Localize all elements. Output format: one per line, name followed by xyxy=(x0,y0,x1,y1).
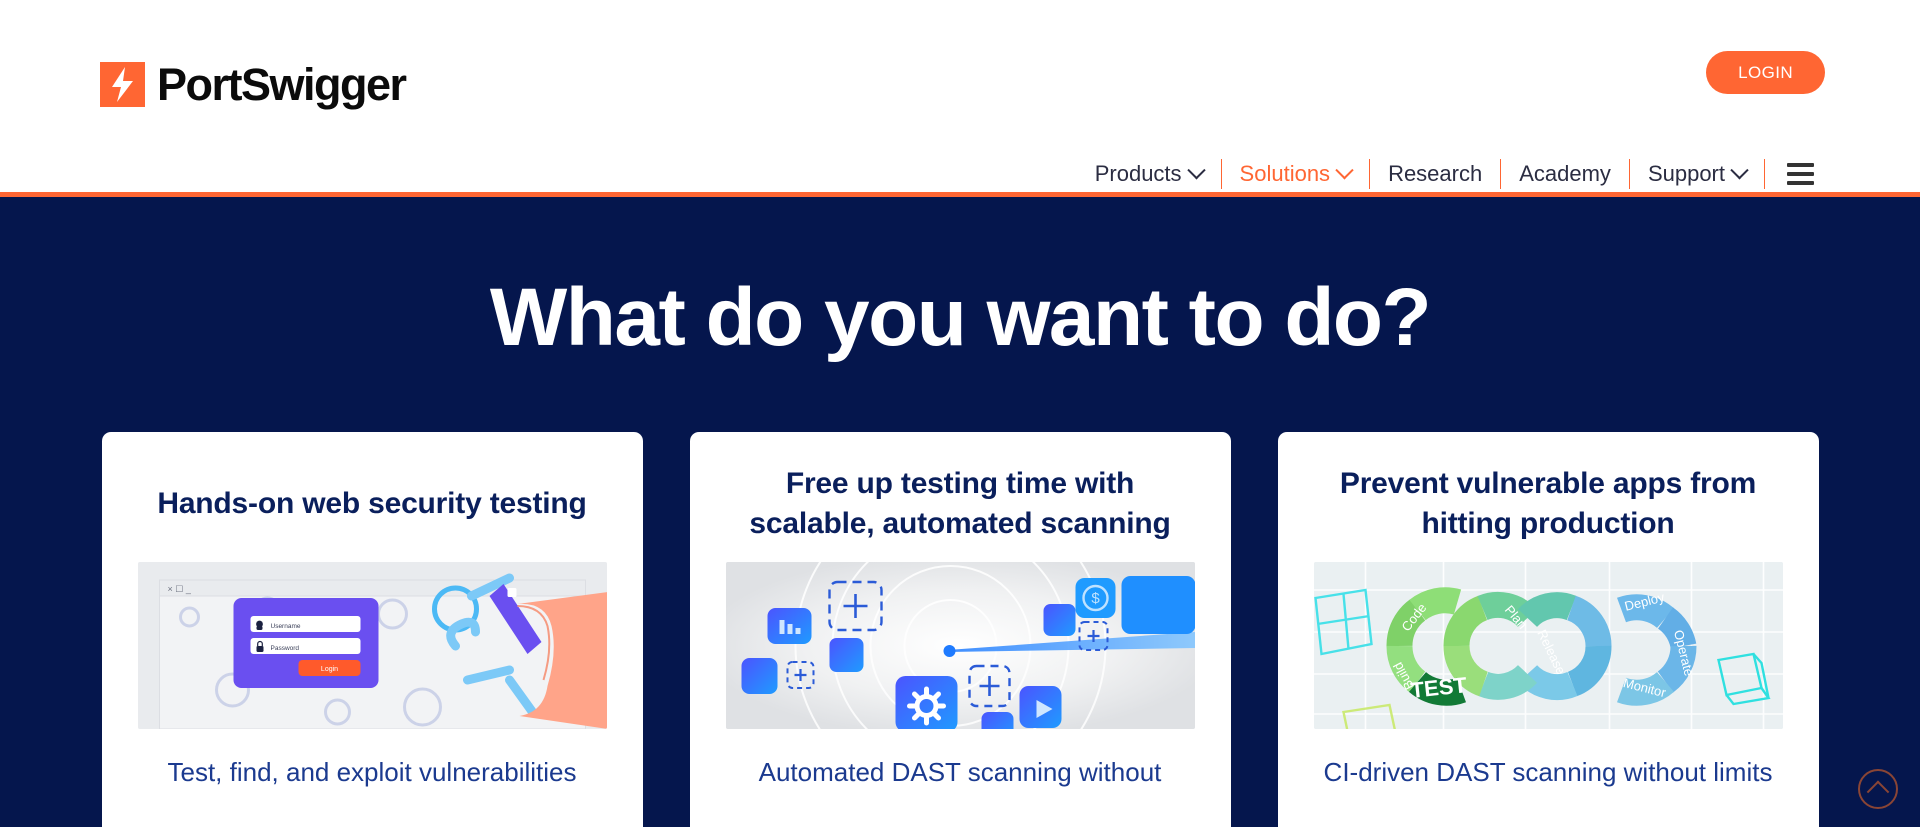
nav-label-support: Support xyxy=(1647,161,1725,186)
nav-item-support[interactable]: Support xyxy=(1630,160,1764,186)
card-hands-on-web-security-testing[interactable]: Hands-on web security testing × ☐ _ User… xyxy=(101,432,643,827)
card-caption: CI-driven DAST scanning without limits xyxy=(1323,757,1773,787)
hero-section: What do you want to do? Hands-on web sec… xyxy=(0,197,1920,827)
card-caption: Test, find, and exploit vulnerabilities xyxy=(167,757,577,787)
card-prevent-vulnerable-apps[interactable]: Prevent vulnerable apps from hitting pro… xyxy=(1277,432,1819,827)
site-header: PortSwigger LOGIN Products Solutions Res… xyxy=(0,0,1920,192)
hamburger-line xyxy=(1787,163,1814,167)
portswigger-logo[interactable]: PortSwigger xyxy=(100,59,407,110)
chevron-up-icon xyxy=(1866,780,1890,804)
hamburger-menu-icon[interactable] xyxy=(1765,163,1830,185)
nav-label-solutions: Solutions xyxy=(1239,161,1331,186)
nav-item-solutions[interactable]: Solutions xyxy=(1222,160,1370,186)
hamburger-line xyxy=(1787,172,1814,176)
solution-cards: Hands-on web security testing × ☐ _ User… xyxy=(0,432,1920,827)
hamburger-line xyxy=(1787,181,1814,185)
nav-item-academy[interactable]: Academy xyxy=(1501,163,1629,185)
card-title: Prevent vulnerable apps from hitting pro… xyxy=(1339,467,1757,540)
main-navigation: Products Solutions Research Academy Supp… xyxy=(1077,157,1830,191)
nav-item-products[interactable]: Products xyxy=(1077,160,1221,186)
devops-infinity-loop-illustration: TEST Code Build Plan Release Deploy Oper… xyxy=(1313,562,1783,729)
automated-scanning-tiles-illustration: $ xyxy=(725,562,1195,729)
card-title: Free up testing time with scalable, auto… xyxy=(749,467,1171,540)
chevron-down-icon xyxy=(1186,160,1206,179)
scroll-to-top-button[interactable] xyxy=(1858,769,1898,809)
chevron-down-icon xyxy=(1730,160,1749,179)
card-free-up-testing-time[interactable]: Free up testing time with scalable, auto… xyxy=(689,432,1231,827)
svg-text:Password: Password xyxy=(270,645,299,652)
page-title: What do you want to do? xyxy=(489,272,1432,363)
svg-text:Username: Username xyxy=(270,623,300,630)
card-title: Hands-on web security testing xyxy=(157,487,587,521)
nav-label-academy: Academy xyxy=(1519,161,1611,186)
logo-text: PortSwigger xyxy=(157,59,407,110)
lightning-bolt-icon xyxy=(100,62,145,107)
nav-label-research: Research xyxy=(1388,161,1483,186)
nav-item-research[interactable]: Research xyxy=(1370,163,1500,185)
card-caption: Automated DAST scanning without xyxy=(758,757,1162,787)
browser-login-form-illustration: × ☐ _ Username Password Login xyxy=(137,562,607,729)
svg-text:× ☐ _: × ☐ _ xyxy=(167,584,191,594)
svg-text:$: $ xyxy=(1091,590,1100,607)
nav-label-products: Products xyxy=(1094,161,1182,186)
svg-text:Login: Login xyxy=(320,666,337,673)
chevron-down-icon xyxy=(1335,160,1354,179)
login-button[interactable]: LOGIN xyxy=(1706,51,1825,94)
